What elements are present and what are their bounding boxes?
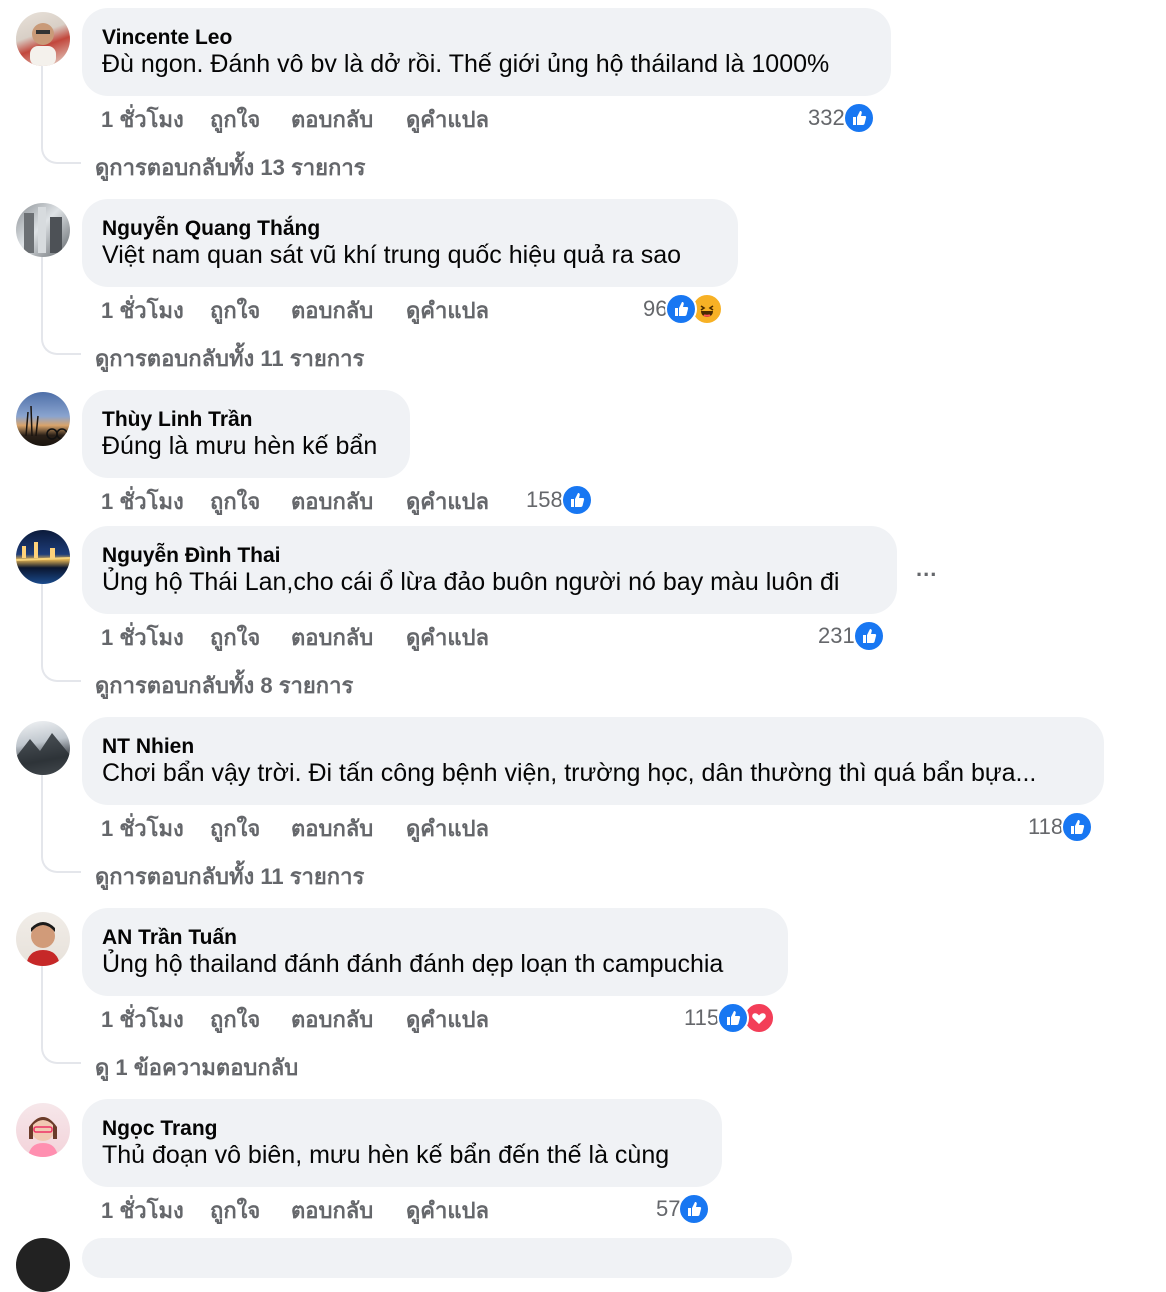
avatar[interactable]	[16, 530, 70, 584]
reaction-summary[interactable]: 57	[656, 1193, 711, 1225]
reaction-count: 332	[808, 105, 845, 130]
reply-button[interactable]: ตอบกลับ	[291, 1002, 373, 1037]
comment-text: Đúng là mưu hèn kế bẩn	[102, 432, 378, 460]
like-icon	[842, 102, 875, 134]
comment-bubble: NT Nhien Chơi bẩn vậy trời. Đi tấn công …	[82, 717, 1104, 805]
reaction-summary[interactable]: 332	[808, 102, 875, 134]
comment-author[interactable]: Thùy Linh Trần	[102, 407, 390, 433]
avatar[interactable]	[16, 12, 70, 66]
reaction-summary[interactable]: 231	[818, 620, 885, 652]
comment-text: Chơi bẩn vậy trời. Đi tấn công bệnh viện…	[102, 759, 1037, 787]
thread-connector	[41, 144, 81, 164]
reply-button[interactable]: ตอบกลับ	[291, 811, 373, 846]
translate-button[interactable]: ดูคำแปล	[406, 293, 489, 328]
reply-button[interactable]: ตอบกลับ	[291, 293, 373, 328]
translate-button[interactable]: ดูคำแปล	[406, 102, 489, 137]
like-button[interactable]: ถูกใจ	[210, 1002, 260, 1037]
avatar[interactable]	[16, 203, 70, 257]
translate-button[interactable]: ดูคำแปล	[406, 620, 489, 655]
comment-author[interactable]: Nguyễn Đình Thai	[102, 543, 877, 569]
timestamp[interactable]: 1 ชั่วโมง	[101, 102, 184, 137]
avatar[interactable]	[16, 912, 70, 966]
comment-text: Ủng hộ Thái Lan,cho cái ổ lừa đảo buôn n…	[102, 568, 840, 596]
reaction-count: 158	[526, 487, 563, 512]
timestamp[interactable]: 1 ชั่วโมง	[101, 620, 184, 655]
view-replies-link[interactable]: ดูการตอบกลับทั้ง 11 รายการ	[95, 859, 364, 894]
comment-bubble: Thùy Linh Trần Đúng là mưu hèn kế bẩn	[82, 390, 410, 478]
comment-text: Đù ngon. Đánh vô bv là dở rồi. Thế giới …	[102, 50, 830, 78]
translate-button[interactable]: ดูคำแปล	[406, 1002, 489, 1037]
like-button[interactable]: ถูกใจ	[210, 484, 260, 519]
like-icon	[717, 1002, 750, 1034]
reply-button[interactable]: ตอบกลับ	[291, 102, 373, 137]
view-replies-link[interactable]: ดูการตอบกลับทั้ง 13 รายการ	[95, 150, 366, 185]
thread-line	[41, 64, 43, 144]
avatar[interactable]	[16, 1103, 70, 1157]
reaction-count: 118	[1028, 814, 1064, 839]
translate-button[interactable]: ดูคำแปล	[406, 811, 489, 846]
reaction-count: 96	[643, 296, 668, 321]
view-replies-link[interactable]: ดูการตอบกลับทั้ง 8 รายการ	[95, 668, 353, 703]
comment-bubble: Vincente Leo Đù ngon. Đánh vô bv là dở r…	[82, 8, 891, 96]
reaction-summary[interactable]: 115	[684, 1002, 776, 1034]
reaction-summary[interactable]: 118	[1028, 811, 1094, 843]
comment-bubble: Ngọc Trang Thủ đoạn vô biên, mưu hèn kế …	[82, 1099, 722, 1187]
translate-button[interactable]: ดูคำแปล	[406, 1193, 489, 1228]
reaction-summary[interactable]: 158	[526, 484, 593, 516]
like-icon	[678, 1193, 711, 1225]
timestamp[interactable]: 1 ชั่วโมง	[101, 811, 184, 846]
comment-bubble: AN Trần Tuấn Ủng hộ thailand đánh đánh đ…	[82, 908, 788, 996]
like-icon	[560, 484, 593, 516]
thread-connector	[41, 1044, 81, 1064]
reply-button[interactable]: ตอบกลับ	[291, 484, 373, 519]
like-button[interactable]: ถูกใจ	[210, 293, 260, 328]
reply-button[interactable]: ตอบกลับ	[291, 1193, 373, 1228]
more-options-button[interactable]: ...	[916, 556, 937, 582]
next-comment-avatar-partial[interactable]	[16, 1238, 70, 1292]
comment-author[interactable]: Ngọc Trang	[102, 1116, 702, 1142]
like-button[interactable]: ถูกใจ	[210, 1193, 260, 1228]
comment-text: Việt nam quan sát vũ khí trung quốc hiệu…	[102, 241, 682, 269]
comment-author[interactable]: Nguyễn Quang Thắng	[102, 216, 718, 242]
comment-author[interactable]: Vincente Leo	[102, 25, 871, 51]
view-replies-link[interactable]: ดูการตอบกลับทั้ง 11 รายการ	[95, 341, 364, 376]
thread-connector	[41, 335, 81, 355]
comment-text: Ủng hộ thailand đánh đánh đánh dẹp loạn …	[102, 950, 724, 978]
reaction-count: 115	[684, 1005, 720, 1030]
comment-bubble: Nguyễn Quang Thắng Việt nam quan sát vũ …	[82, 199, 738, 287]
avatar[interactable]	[16, 721, 70, 775]
comment-bubble: Nguyễn Đình Thai Ủng hộ Thái Lan,cho cái…	[82, 526, 897, 614]
like-button[interactable]: ถูกใจ	[210, 811, 260, 846]
comment-text: Thủ đoạn vô biên, mưu hèn kế bẩn đến thế…	[102, 1141, 670, 1169]
reaction-count: 57	[656, 1196, 681, 1221]
next-comment-bubble-partial	[82, 1238, 792, 1278]
timestamp[interactable]: 1 ชั่วโมง	[101, 1193, 184, 1228]
timestamp[interactable]: 1 ชั่วโมง	[101, 1002, 184, 1037]
reaction-count: 231	[818, 623, 855, 648]
thread-line	[41, 255, 43, 335]
comment-author[interactable]: AN Trần Tuấn	[102, 925, 768, 951]
avatar[interactable]	[16, 392, 70, 446]
like-icon	[852, 620, 885, 652]
like-button[interactable]: ถูกใจ	[210, 620, 260, 655]
translate-button[interactable]: ดูคำแปล	[406, 484, 489, 519]
view-replies-link[interactable]: ดู 1 ข้อความตอบกลับ	[95, 1050, 298, 1085]
thread-line	[41, 964, 43, 1044]
like-icon	[1061, 811, 1094, 843]
comment-author[interactable]: NT Nhien	[102, 734, 1084, 760]
timestamp[interactable]: 1 ชั่วโมง	[101, 293, 184, 328]
like-icon	[665, 293, 698, 325]
reply-button[interactable]: ตอบกลับ	[291, 620, 373, 655]
thread-line	[41, 582, 43, 662]
reaction-summary[interactable]: 96	[643, 293, 724, 325]
timestamp[interactable]: 1 ชั่วโมง	[101, 484, 184, 519]
thread-connector	[41, 853, 81, 873]
like-button[interactable]: ถูกใจ	[210, 102, 260, 137]
thread-connector	[41, 662, 81, 682]
thread-line	[41, 773, 43, 853]
